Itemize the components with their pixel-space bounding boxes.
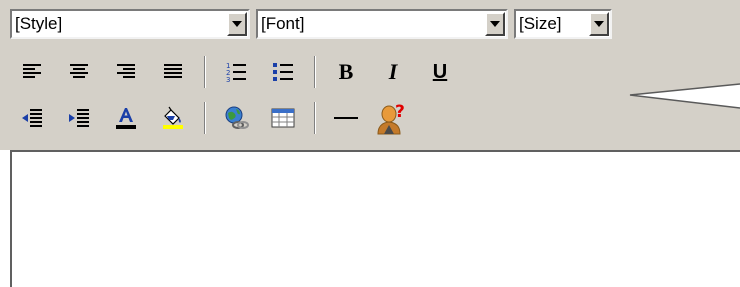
ordered-list-icon: 1 2 3 [226, 62, 246, 83]
size-select[interactable]: [Size] [514, 9, 612, 39]
chevron-down-icon [232, 21, 242, 27]
size-select-dropdown-button[interactable] [589, 12, 609, 36]
align-right-button[interactable] [108, 56, 144, 88]
ordered-list-button[interactable]: 1 2 3 [218, 56, 254, 88]
toolbar-separator [204, 102, 206, 134]
insert-link-button[interactable] [218, 102, 254, 134]
style-select-dropdown-button[interactable] [227, 12, 247, 36]
font-select-value: [Font] [261, 14, 305, 33]
insert-link-icon [225, 106, 249, 129]
align-right-icon [117, 64, 135, 78]
horizontal-rule-icon [334, 117, 358, 119]
indent-icon [69, 109, 89, 127]
italic-label: I [388, 59, 398, 84]
unordered-list-icon [273, 63, 293, 81]
font-select-dropdown-button[interactable] [485, 12, 505, 36]
unordered-list-button[interactable] [265, 56, 301, 88]
content-area[interactable] [10, 150, 740, 287]
indent-button[interactable] [61, 102, 97, 134]
toolbar-separator [314, 102, 316, 134]
font-color-button[interactable] [108, 102, 144, 134]
justify-button[interactable] [155, 56, 191, 88]
style-select-value: [Style] [15, 14, 63, 33]
help-button[interactable]: ? [375, 102, 411, 135]
rich-text-editor: [Style] [Font] [Size] 1 2 3 B I U ? [0, 0, 740, 287]
highlight-color-button[interactable] [155, 102, 191, 134]
insert-table-button[interactable] [265, 102, 301, 134]
formatting-toolbar: 1 2 3 B I U [14, 56, 469, 88]
outdent-button[interactable] [14, 102, 50, 134]
align-left-button[interactable] [14, 56, 50, 88]
toolbar-separator [314, 56, 316, 88]
chevron-down-icon [594, 21, 604, 27]
style-select[interactable]: [Style] [10, 9, 250, 39]
underline-label: U [432, 60, 448, 83]
svg-text:3: 3 [226, 76, 230, 83]
horizontal-rule-button[interactable] [328, 102, 364, 134]
size-select-value: [Size] [519, 14, 562, 33]
bold-button[interactable]: B [328, 56, 364, 88]
underline-button[interactable]: U [422, 56, 458, 88]
italic-button[interactable]: I [375, 56, 411, 88]
insert-toolbar: ? [14, 102, 422, 135]
align-center-icon [70, 64, 88, 78]
select-toolbar: [Style] [Font] [Size] [10, 8, 618, 40]
insert-table-icon [271, 108, 295, 128]
font-select[interactable]: [Font] [256, 9, 508, 39]
svg-text:?: ? [395, 102, 405, 122]
font-color-icon [116, 108, 136, 129]
help-icon: ? [377, 102, 405, 135]
highlight-color-icon [163, 106, 183, 129]
toolbar-separator [204, 56, 206, 88]
outdent-icon [22, 109, 42, 127]
justify-icon [164, 64, 182, 78]
align-left-icon [23, 64, 41, 78]
bold-label: B [338, 59, 354, 84]
align-center-button[interactable] [61, 56, 97, 88]
chevron-down-icon [490, 21, 500, 27]
